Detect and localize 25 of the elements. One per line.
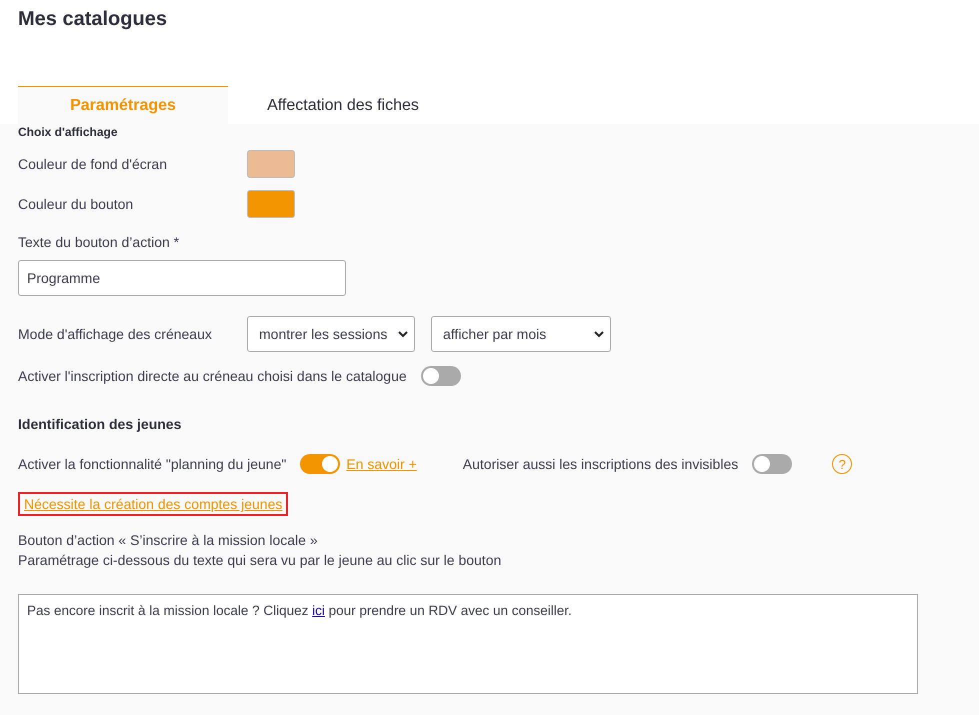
toggle-switch[interactable] [420, 366, 461, 386]
chevron-down-icon [594, 330, 604, 338]
here-link[interactable]: ici [312, 603, 325, 618]
text-input[interactable]: Programme [18, 260, 346, 296]
text-editor[interactable]: Pas encore inscrit à la mission locale ? Cliquez ici pour prendre un RDV avec un conseiller. [18, 594, 918, 694]
page-title: Mes catalogues [18, 8, 168, 32]
field-label: Autoriser aussi les inscriptions des invisibles [462, 456, 738, 472]
field-label: Couleur du bouton [18, 196, 134, 212]
field-label: Activer la fonctionnalité "planning du jeune" [18, 456, 286, 472]
color-swatch[interactable] [247, 150, 295, 178]
chevron-down-icon [398, 330, 408, 338]
section-heading: Choix d'affichage [18, 126, 119, 138]
dropdown[interactable]: montrer les sessions [247, 316, 415, 352]
description-text: Bouton d’action « S’inscrire à la mission locale » [18, 531, 319, 550]
field-label: Texte du bouton d’action * [18, 234, 180, 250]
editor-text: Pas encore inscrit à la mission locale ? Cliquez ici pour prendre un RDV avec un conseiller. [27, 603, 573, 618]
color-swatch[interactable] [247, 190, 295, 218]
field-label: Activer l'inscription directe au créneau choisi dans le catalogue [18, 368, 407, 384]
dropdown[interactable]: afficher par mois [431, 316, 611, 352]
field-label: Mode d'affichage des créneaux [18, 326, 213, 342]
description-text: Paramétrage ci-dessous du texte qui sera vu par le jeune au clic sur le bouton [18, 551, 502, 570]
section-heading: Identification des jeunes [18, 416, 182, 432]
field-label: Couleur de fond d'écran [18, 156, 168, 172]
toggle-switch[interactable] [752, 454, 792, 474]
toggle-switch[interactable] [300, 454, 340, 474]
